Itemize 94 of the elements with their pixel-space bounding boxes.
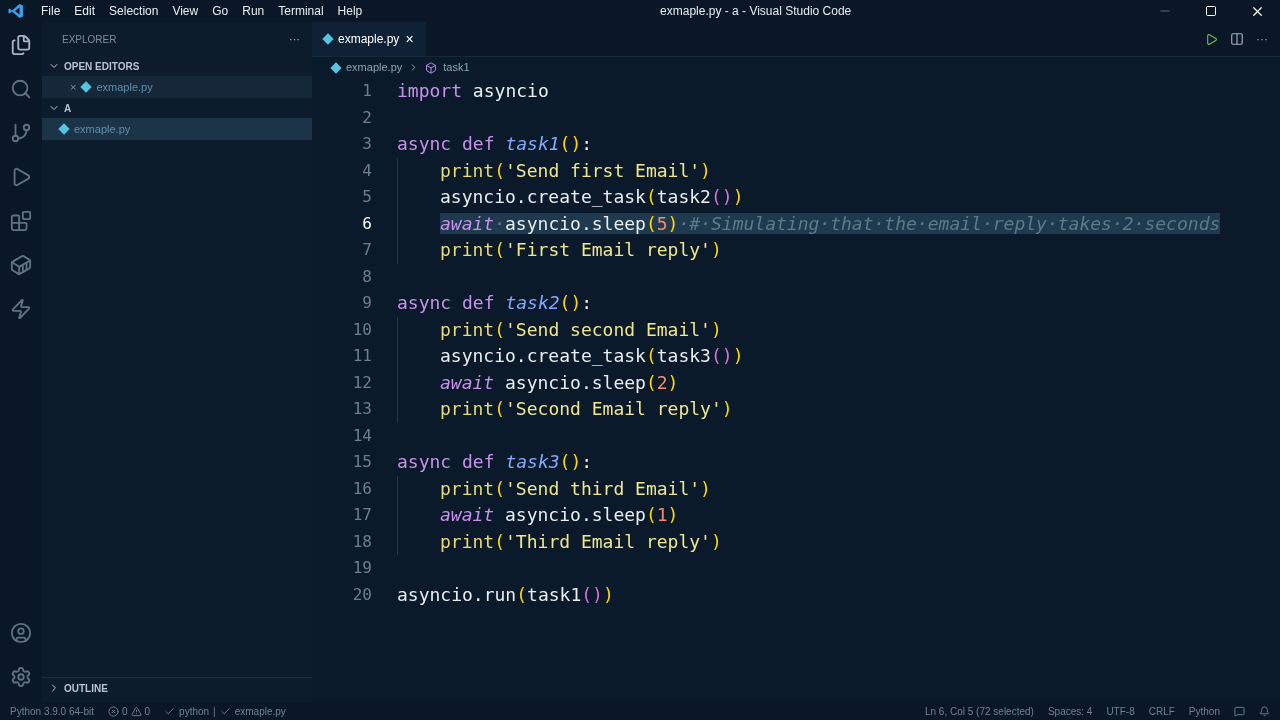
line-number: 20	[351, 583, 372, 606]
extensions-icon[interactable]	[10, 210, 32, 232]
menu-item[interactable]: Edit	[67, 2, 103, 20]
code-line: import asyncio	[397, 79, 549, 103]
line-number: 10	[351, 318, 372, 341]
check-icon	[164, 705, 176, 717]
code-line: print('Third Email reply')	[397, 528, 722, 555]
menu-item[interactable]: File	[34, 2, 68, 20]
run-icon[interactable]	[1205, 32, 1218, 46]
line-number: 15	[351, 451, 372, 473]
code-line: print('Send first Email')	[397, 157, 711, 184]
code-line: print('Send second Email')	[397, 316, 722, 343]
check-icon	[219, 705, 231, 717]
section-header[interactable]: OPEN EDITORS	[42, 56, 312, 76]
python-file-icon	[330, 61, 342, 74]
python-file-icon	[58, 123, 70, 135]
code-line: asyncio.create_task(task2())	[397, 184, 744, 211]
window-title: exmaple.py - a - Visual Studio Code	[660, 4, 852, 18]
line-number: 2	[361, 106, 372, 129]
code-line: print('Second Email reply')	[397, 396, 733, 423]
line-number: 1	[361, 80, 372, 102]
status-item[interactable]: UTF-8	[1106, 703, 1135, 719]
code-line: await asyncio.sleep(1)	[397, 502, 679, 529]
warning-count[interactable]: 0	[144, 703, 151, 719]
line-number: 3	[361, 133, 372, 155]
separator: |	[213, 704, 216, 719]
interpreter-status[interactable]: Python 3.9.0 64-bit	[10, 703, 94, 719]
code-line: print('First Email reply')	[397, 237, 722, 264]
editor-tab[interactable]: exmaple.py ×	[312, 22, 426, 56]
menu-item[interactable]: View	[165, 2, 206, 20]
files-icon[interactable]	[10, 34, 32, 56]
bell-icon[interactable]	[1259, 705, 1270, 717]
status-item[interactable]: exmaple.py	[234, 703, 286, 719]
status-item[interactable]: Ln 6, Col 5 (72 selected)	[924, 703, 1034, 719]
code-line: async def task1():	[397, 132, 593, 156]
branch-icon[interactable]	[10, 122, 32, 144]
code-line: asyncio.run(task1())	[397, 582, 614, 607]
line-number: 13	[351, 398, 372, 420]
line-number: 9	[361, 292, 372, 314]
code-line: asyncio.create_task(task3())	[397, 343, 744, 370]
settings-icon[interactable]	[10, 666, 32, 688]
error-icon	[107, 705, 119, 717]
close-icon[interactable]: ×	[405, 28, 414, 50]
maximize-icon	[1205, 5, 1217, 17]
line-number: 11	[351, 345, 372, 367]
section-header[interactable]: OUTLINE	[42, 678, 312, 698]
section-header[interactable]: A	[42, 98, 312, 118]
menu-item[interactable]: Run	[235, 2, 272, 20]
app-logo-icon	[8, 3, 24, 19]
python-file-icon	[322, 33, 334, 45]
sidebar-title: EXPLORER	[62, 32, 117, 47]
split-editor-icon[interactable]	[1230, 32, 1244, 46]
more-button[interactable]: ···	[289, 30, 300, 48]
account-icon[interactable]	[10, 622, 32, 644]
menu-item[interactable]: Help	[330, 2, 370, 20]
status-item[interactable]: CRLF	[1148, 703, 1175, 719]
line-number: 17	[351, 504, 372, 526]
close-icon[interactable]: ×	[70, 78, 77, 96]
warning-icon	[130, 705, 142, 717]
breadcrumb[interactable]: exmaple.py	[346, 59, 403, 76]
code-line: await asyncio.sleep(2)	[397, 369, 679, 396]
explorer-file[interactable]: × exmaple.py	[42, 76, 312, 98]
status-item[interactable]: Python	[1188, 703, 1220, 719]
lightning-icon[interactable]	[10, 298, 32, 320]
menu-item[interactable]: Terminal	[271, 2, 331, 20]
search-icon[interactable]	[10, 78, 32, 100]
line-number: 18	[351, 530, 372, 553]
more-button[interactable]: ···	[1256, 30, 1268, 48]
breadcrumb[interactable]: task1	[443, 59, 470, 76]
status-item[interactable]: python	[179, 703, 210, 719]
line-number: 5	[361, 186, 372, 208]
file-name: exmaple.py	[96, 79, 153, 95]
file-name: exmaple.py	[74, 121, 131, 137]
feedback-icon[interactable]	[1234, 705, 1245, 717]
error-count[interactable]: 0	[121, 703, 128, 719]
code-line: async def task2():	[397, 291, 593, 315]
code-line: await·asyncio.sleep(5)·#·Simulating·that·the·email·reply·takes·2·seconds	[397, 210, 1221, 237]
line-number: 19	[351, 557, 372, 579]
container-icon[interactable]	[10, 254, 32, 276]
code-line: print('Send third Email')	[397, 475, 711, 502]
line-number: 4	[361, 159, 372, 182]
symbol-icon	[425, 61, 438, 74]
status-item[interactable]: Spaces: 4	[1047, 703, 1093, 719]
python-file-icon	[80, 81, 93, 93]
menu-item[interactable]: Go	[205, 2, 236, 20]
line-number: 16	[351, 477, 372, 500]
code-line: async def task3():	[397, 450, 593, 474]
menu-item[interactable]: Selection	[102, 2, 166, 20]
line-number: 7	[361, 239, 372, 261]
line-number: 6	[361, 212, 372, 235]
line-number: 8	[361, 265, 372, 288]
line-number: 12	[351, 371, 372, 394]
explorer-file[interactable]: exmaple.py	[42, 118, 312, 140]
line-number: 14	[351, 424, 372, 447]
